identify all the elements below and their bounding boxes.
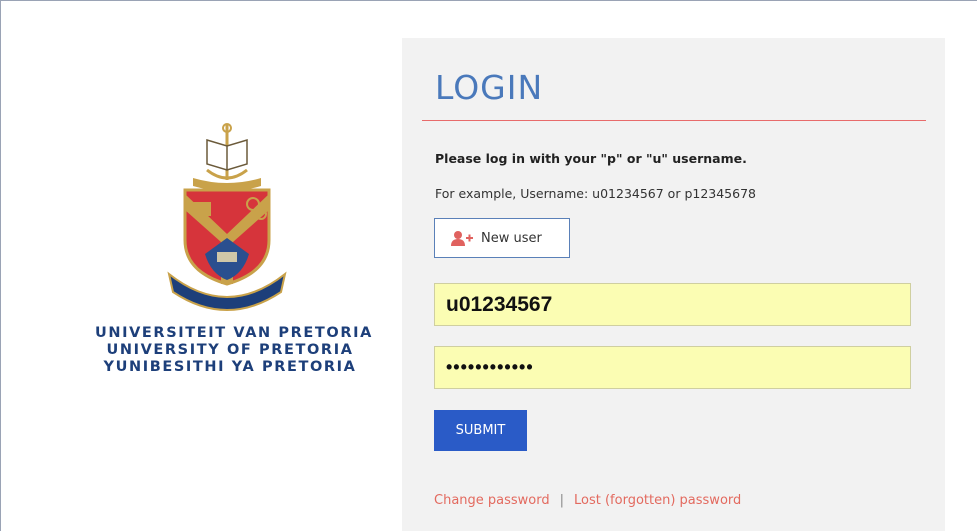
title-divider — [422, 120, 926, 121]
password-input[interactable] — [434, 346, 911, 389]
lost-password-link[interactable]: Lost (forgotten) password — [574, 493, 741, 508]
university-logo: UNIVERSITEIT VAN PRETORIA UNIVERSITY OF … — [95, 120, 373, 400]
new-user-label: New user — [481, 230, 542, 246]
username-example: For example, Username: u01234567 or p123… — [435, 186, 756, 201]
page-title: LOGIN — [435, 68, 544, 107]
university-name-afrikaans: UNIVERSITEIT VAN PRETORIA — [95, 325, 373, 341]
login-panel: LOGIN Please log in with your "p" or "u"… — [402, 38, 945, 531]
links-separator: | — [559, 493, 565, 508]
add-user-icon — [451, 231, 473, 246]
change-password-link[interactable]: Change password — [434, 493, 550, 508]
university-crest-icon — [167, 123, 287, 311]
submit-button[interactable]: SUBMIT — [434, 410, 527, 451]
username-input[interactable] — [434, 283, 911, 326]
login-instruction: Please log in with your "p" or "u" usern… — [435, 151, 747, 166]
password-links: Change password | Lost (forgotten) passwor… — [434, 493, 741, 508]
university-names: UNIVERSITEIT VAN PRETORIA UNIVERSITY OF … — [95, 325, 373, 376]
university-name-sepedi: YUNIBESITHI YA PRETORIA — [103, 359, 357, 375]
university-name-english: UNIVERSITY OF PRETORIA — [106, 342, 354, 358]
new-user-button[interactable]: New user — [434, 218, 570, 258]
